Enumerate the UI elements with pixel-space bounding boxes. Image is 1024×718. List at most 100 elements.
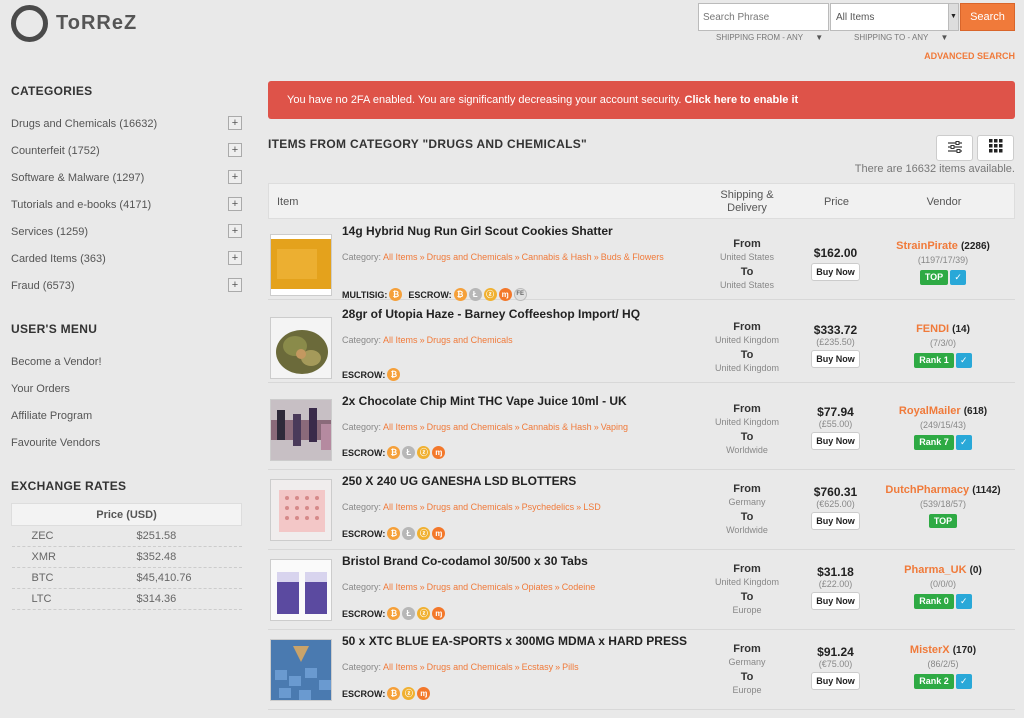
escrow-label: ESCROW:	[342, 447, 386, 458]
crumb-link[interactable]: Cannabis & Hash	[522, 252, 592, 262]
product-thumbnail[interactable]	[270, 639, 332, 701]
crumb-link[interactable]: Opiates	[522, 582, 553, 592]
enable-2fa-link[interactable]: Click here to enable it	[685, 94, 799, 106]
price-usd: $31.18	[817, 565, 854, 579]
crumb-link[interactable]: Vaping	[601, 422, 628, 432]
listing-title[interactable]: Bristol Brand Co-codamol 30/500 x 30 Tab…	[342, 554, 588, 568]
crumb-link[interactable]: Drugs and Chemicals	[427, 582, 513, 592]
crumb-link[interactable]: LSD	[583, 502, 601, 512]
rate-price: $251.58	[71, 525, 242, 547]
crumb-link[interactable]: All Items	[383, 502, 418, 512]
litecoin-icon: Ł	[402, 607, 416, 620]
expand-icon[interactable]: +	[228, 143, 242, 157]
category-item[interactable]: Carded Items (363) +	[11, 251, 242, 280]
search-input[interactable]	[698, 3, 829, 31]
expand-icon[interactable]: +	[228, 170, 242, 184]
crumb-separator: »	[419, 335, 425, 345]
vendor-link[interactable]: MisterX	[910, 644, 950, 656]
crumb-link[interactable]: All Items	[383, 582, 418, 592]
vendor-info: RoyalMailer (618) (249/15/43) Rank 7 ✓	[878, 405, 1008, 450]
crumb-link[interactable]: Cannabis & Hash	[522, 422, 592, 432]
category-list: Drugs and Chemicals (16632) + Counterfeit…	[11, 116, 242, 307]
vendor-link[interactable]: StrainPirate	[896, 240, 958, 252]
menu-item-affiliate[interactable]: Affiliate Program	[11, 410, 242, 437]
menu-item-become-vendor[interactable]: Become a Vendor!	[11, 356, 242, 383]
shipping-from-select[interactable]: SHIPPING FROM - ANY ▼	[716, 33, 823, 42]
crumb-link[interactable]: All Items	[383, 335, 418, 345]
verified-check-icon: ✓	[955, 353, 972, 368]
listing-row: 14g Hybrid Nug Run Girl Scout Cookies Sh…	[268, 220, 1015, 301]
crumb-separator: »	[514, 582, 520, 592]
listing-title[interactable]: 50 x XTC BLUE EA-SPORTS x 300MG MDMA x H…	[342, 634, 687, 648]
crumb-link[interactable]: Ecstasy	[522, 662, 554, 672]
crumb-link[interactable]: Drugs and Chemicals	[427, 422, 513, 432]
buy-now-button[interactable]: Buy Now	[811, 432, 860, 450]
ship-to-value: United Kingdom	[714, 363, 780, 373]
menu-item-favourite-vendors[interactable]: Favourite Vendors	[11, 437, 242, 464]
expand-icon[interactable]: +	[228, 251, 242, 265]
logo-text: ToRReZ	[56, 12, 138, 34]
vendor-stats: (1197/17/39)	[917, 255, 969, 265]
crumb-link[interactable]: Buds & Flowers	[601, 252, 664, 262]
ship-from-value: United States	[719, 252, 775, 262]
product-thumbnail[interactable]	[270, 317, 332, 379]
vendor-stats: (539/18/57)	[919, 499, 967, 509]
search-button[interactable]: Search	[960, 3, 1015, 31]
category-item[interactable]: Tutorials and e-books (4171) +	[11, 197, 242, 226]
product-thumbnail[interactable]	[270, 559, 332, 621]
ship-from-value: Germany	[728, 657, 766, 667]
category-item[interactable]: Drugs and Chemicals (16632) +	[11, 116, 242, 145]
crumb-link[interactable]: All Items	[383, 252, 418, 262]
category-item[interactable]: Services (1259) +	[11, 224, 242, 253]
buy-now-button[interactable]: Buy Now	[811, 263, 860, 281]
crumb-link[interactable]: All Items	[383, 422, 418, 432]
crumb-link[interactable]: Drugs and Chemicals	[427, 335, 513, 345]
expand-icon[interactable]: +	[228, 116, 242, 130]
product-thumbnail[interactable]	[270, 399, 332, 461]
product-thumbnail[interactable]	[270, 234, 332, 296]
expand-icon[interactable]: +	[228, 197, 242, 211]
vendor-link[interactable]: RoyalMailer	[899, 405, 961, 417]
crumb-link[interactable]: Drugs and Chemicals	[427, 252, 513, 262]
vendor-link[interactable]: Pharma_UK	[904, 564, 966, 576]
site-logo[interactable]: ToRReZ	[11, 5, 137, 42]
vendor-info: Pharma_UK (0) (0/0/0) Rank 0 ✓	[878, 564, 1008, 609]
crumb-link[interactable]: Drugs and Chemicals	[427, 502, 513, 512]
category-label: Drugs and Chemicals (16632)	[11, 118, 158, 130]
sliders-icon	[947, 141, 962, 153]
listing-title[interactable]: 250 X 240 UG GANESHA LSD BLOTTERS	[342, 474, 576, 488]
expand-icon[interactable]: +	[228, 278, 242, 292]
product-thumbnail[interactable]	[270, 479, 332, 541]
buy-now-button[interactable]: Buy Now	[811, 672, 860, 690]
rate-price: $352.48	[71, 546, 242, 568]
listing-title[interactable]: 28gr of Utopia Haze - Barney Coffeeshop …	[342, 307, 640, 321]
buy-now-button[interactable]: Buy Now	[811, 512, 860, 530]
category-item[interactable]: Fraud (6573) +	[11, 278, 242, 307]
category-select[interactable]: All Items ▼	[830, 3, 959, 31]
shipping-to-select[interactable]: SHIPPING TO - ANY ▼	[854, 33, 948, 42]
expand-icon[interactable]: +	[228, 224, 242, 238]
listing-title[interactable]: 14g Hybrid Nug Run Girl Scout Cookies Sh…	[342, 224, 613, 238]
payment-methods: ESCROW: ₿ Ł ⓩ ɱ	[342, 607, 446, 620]
grid-view-button[interactable]	[977, 135, 1014, 161]
menu-item-orders[interactable]: Your Orders	[11, 383, 242, 410]
crumb-link[interactable]: All Items	[383, 662, 418, 672]
rate-coin: BTC	[11, 567, 72, 589]
crumb-link[interactable]: Pills	[562, 662, 579, 672]
vendor-link[interactable]: FENDI	[916, 323, 949, 335]
buy-now-button[interactable]: Buy Now	[811, 592, 860, 610]
ship-to-label: To	[740, 266, 754, 278]
price-info: $91.24 (€75.00) Buy Now	[803, 645, 868, 690]
buy-now-button[interactable]: Buy Now	[811, 350, 860, 368]
verified-check-icon: ✓	[955, 674, 972, 689]
crumb-link[interactable]: Codeine	[562, 582, 596, 592]
crumb-link[interactable]: Psychedelics	[522, 502, 575, 512]
category-item[interactable]: Software & Malware (1297) +	[11, 170, 242, 199]
category-item[interactable]: Counterfeit (1752) +	[11, 143, 242, 172]
vendor-link[interactable]: DutchPharmacy	[885, 484, 969, 496]
crumb-link[interactable]: Drugs and Chemicals	[427, 662, 513, 672]
advanced-search-link[interactable]: ADVANCED SEARCH	[924, 51, 1015, 61]
filter-button[interactable]	[936, 135, 973, 161]
listing-title[interactable]: 2x Chocolate Chip Mint THC Vape Juice 10…	[342, 394, 627, 408]
vendor-info: StrainPirate (2286) (1197/17/39) TOP ✓	[878, 240, 1008, 285]
